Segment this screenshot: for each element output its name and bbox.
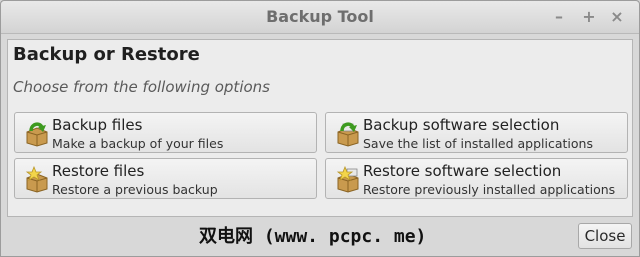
close-button[interactable]: Close — [578, 223, 632, 249]
option-description: Restore a previous backup — [52, 182, 218, 197]
box-with-green-arrow-icon — [337, 122, 359, 147]
option-label: Restore software selection — [363, 162, 562, 180]
box-with-green-arrow-icon — [26, 122, 48, 147]
close-window-button[interactable]: × — [607, 6, 627, 28]
minimize-button[interactable]: – — [549, 6, 569, 28]
page-subtitle: Choose from the following options — [13, 78, 270, 96]
option-label: Backup software selection — [363, 116, 560, 134]
option-description: Restore previously installed application… — [363, 182, 616, 197]
watermark-text: 双电网 (www. pcpc. me) — [199, 226, 427, 247]
maximize-button[interactable]: + — [579, 6, 599, 28]
backup-software-selection-button[interactable]: Backup software selection Save the list … — [325, 112, 628, 153]
box-with-star-icon — [336, 165, 359, 193]
restore-files-button[interactable]: Restore files Restore a previous backup — [14, 158, 317, 199]
options-panel: Backup or Restore Choose from the follow… — [7, 39, 633, 217]
option-label: Backup files — [52, 116, 143, 134]
backup-files-button[interactable]: Backup files Make a backup of your files — [14, 112, 317, 153]
option-label: Restore files — [52, 162, 145, 180]
option-description: Save the list of installed applications — [363, 136, 593, 151]
restore-software-selection-button[interactable]: Restore software selection Restore previ… — [325, 158, 628, 199]
backup-tool-window: Backup Tool – + × Backup or Restore Choo… — [0, 0, 640, 257]
option-description: Make a backup of your files — [52, 136, 224, 151]
box-with-star-icon — [25, 165, 48, 193]
window-title: Backup Tool — [266, 7, 374, 26]
page-title: Backup or Restore — [13, 44, 200, 65]
title-bar[interactable]: Backup Tool – + × — [1, 1, 639, 34]
